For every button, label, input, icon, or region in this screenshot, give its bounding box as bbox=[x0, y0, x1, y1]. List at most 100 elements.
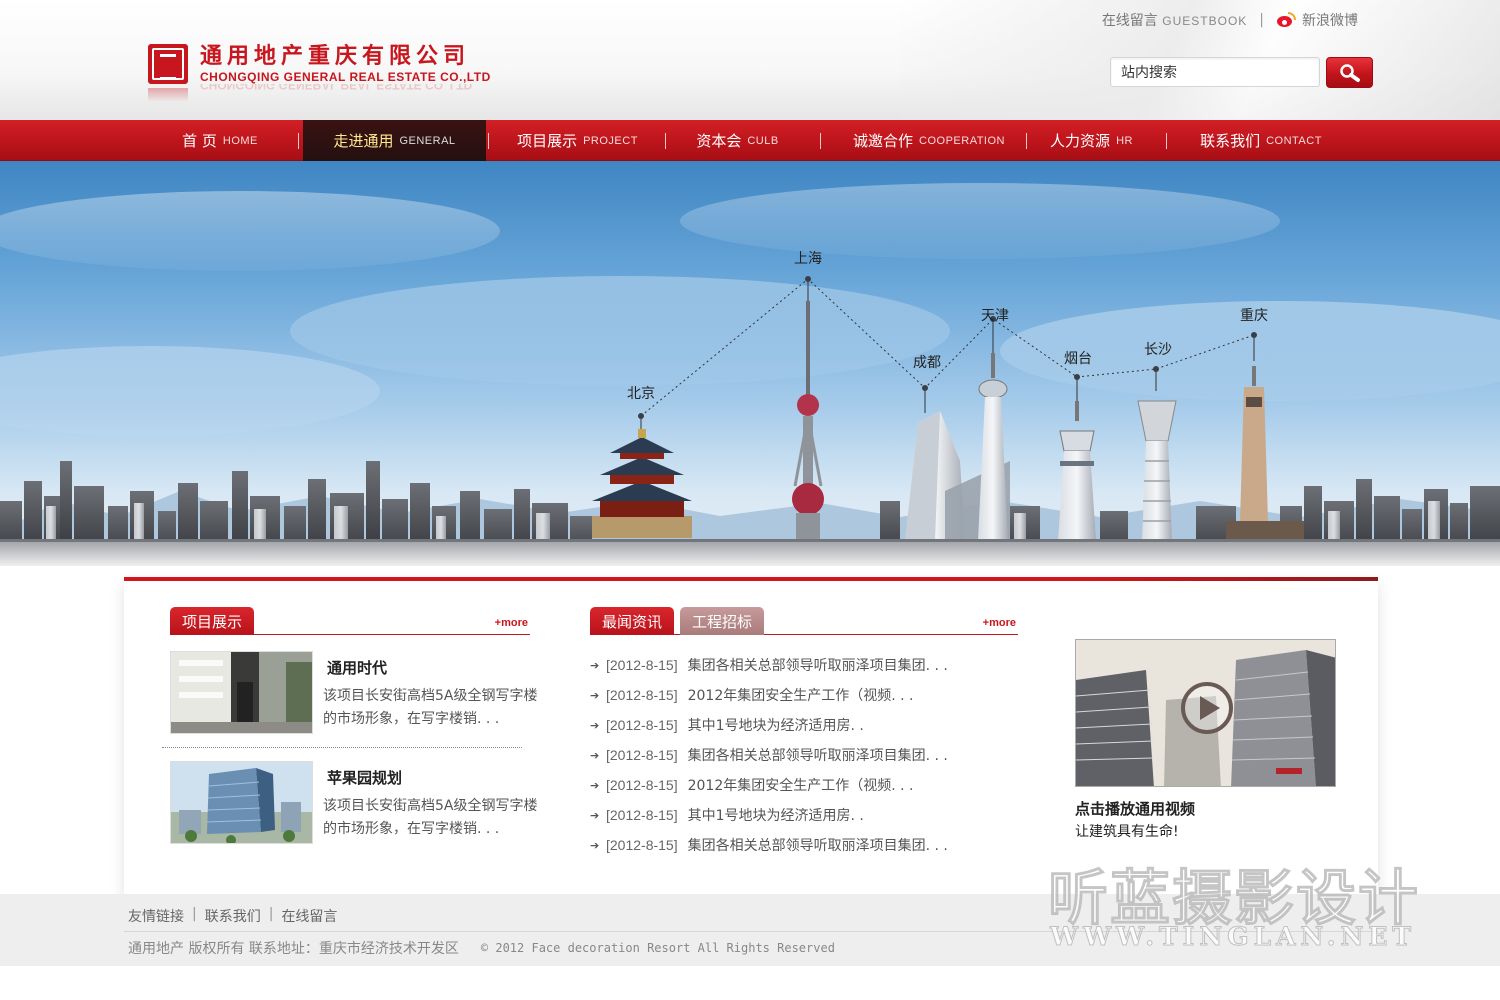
news-item[interactable]: ➔ [2012-8-15] 其中1号地块为经济适用房. . bbox=[590, 800, 1010, 830]
nav-label: 首 页 bbox=[182, 132, 217, 150]
nav-item-general[interactable]: 走进通用 GENERAL bbox=[303, 120, 486, 161]
news-title[interactable]: 集团各相关总部领导听取丽泽项目集团. . . bbox=[688, 835, 948, 855]
news-list: ➔ [2012-8-15] 集团各相关总部领导听取丽泽项目集团. . . ➔ [201… bbox=[590, 650, 1010, 860]
watermark: 听蓝摄影设计 WWW.TINGLAN.NET bbox=[1046, 850, 1476, 952]
top-links: 在线留言 GUESTBOOK | 新浪微博 bbox=[1102, 10, 1358, 30]
search-button[interactable] bbox=[1326, 57, 1373, 88]
news-item[interactable]: ➔ [2012-8-15] 2012年集团安全生产工作（视频. . . bbox=[590, 680, 1010, 710]
site-search-input[interactable] bbox=[1110, 57, 1320, 87]
nav-item-home[interactable]: 首 页 HOME bbox=[170, 120, 270, 161]
nav-item-project[interactable]: 项目展示 PROJECT bbox=[505, 120, 650, 161]
hero-banner: 北京 上海 成都 天津 烟台 长沙 重庆 bbox=[0, 161, 1500, 566]
news-date: [2012-8-15] bbox=[606, 717, 678, 733]
nav-en-label: CULB bbox=[747, 134, 779, 147]
tianjin-tower-landmark bbox=[978, 353, 1008, 541]
weibo-icon bbox=[1276, 12, 1296, 28]
news-title[interactable]: 集团各相关总部领导听取丽泽项目集团. . . bbox=[688, 745, 948, 765]
news-item[interactable]: ➔ [2012-8-15] 集团各相关总部领导听取丽泽项目集团. . . bbox=[590, 830, 1010, 860]
project-building-image bbox=[171, 762, 312, 843]
footer-copyright: © 2012 Face decoration Resort All Rights… bbox=[480, 941, 835, 955]
news-title[interactable]: 2012年集团安全生产工作（视频. . . bbox=[688, 685, 914, 705]
nav-item-hr[interactable]: 人力资源 HR bbox=[1040, 120, 1143, 161]
nav-en-label: COOPERATION bbox=[919, 134, 1005, 147]
nav-en-label: GENERAL bbox=[399, 134, 456, 147]
arrow-right-icon: ➔ bbox=[590, 808, 600, 822]
site-logo[interactable]: 通用地产重庆有限公司 CHONGQING GENERAL REAL ESTATE… bbox=[148, 44, 491, 102]
news-date: [2012-8-15] bbox=[606, 687, 678, 703]
arrow-right-icon: ➔ bbox=[590, 838, 600, 852]
footer-link-friends[interactable]: 友情链接 bbox=[128, 906, 184, 926]
city-label-changsha: 长沙 bbox=[1144, 342, 1172, 358]
guestbook-link[interactable]: 在线留言 GUESTBOOK bbox=[1102, 10, 1247, 30]
logo-seal-icon bbox=[148, 44, 188, 84]
nav-label: 诚邀合作 bbox=[853, 132, 914, 150]
watermark-url: WWW.TINGLAN.NET bbox=[1050, 922, 1416, 952]
main-navigation: 首 页 HOME 走进通用 GENERAL 项目展示 PROJECT 资本会 CULB … bbox=[0, 120, 1500, 161]
project-card[interactable]: 通用时代 该项目长安街高档5A级全钢写字楼的市场形象，在写字楼销. . . bbox=[170, 651, 540, 735]
projects-section-header: 项目展示 +more bbox=[170, 607, 530, 635]
nav-item-club[interactable]: 资本会 CULB bbox=[680, 120, 795, 161]
nav-divider bbox=[665, 133, 666, 149]
changsha-tower-landmark bbox=[1137, 400, 1177, 541]
project-thumbnail[interactable] bbox=[170, 651, 313, 734]
news-title[interactable]: 2012年集团安全生产工作（视频. . . bbox=[688, 775, 914, 795]
nav-item-cooperation[interactable]: 诚邀合作 COOPERATION bbox=[845, 120, 1013, 161]
news-item[interactable]: ➔ [2012-8-15] 集团各相关总部领导听取丽泽项目集团. . . bbox=[590, 740, 1010, 770]
nav-label: 走进通用 bbox=[333, 132, 394, 150]
news-title[interactable]: 集团各相关总部领导听取丽泽项目集团. . . bbox=[688, 655, 948, 675]
news-date: [2012-8-15] bbox=[606, 837, 678, 853]
nav-divider bbox=[298, 133, 299, 149]
site-header: 通用地产重庆有限公司 CHONGQING GENERAL REAL ESTATE… bbox=[0, 0, 1500, 120]
nav-divider bbox=[820, 133, 821, 149]
city-label-yantai: 烟台 bbox=[1064, 351, 1092, 367]
footer-link-guestbook[interactable]: 在线留言 bbox=[281, 906, 337, 926]
news-title[interactable]: 其中1号地块为经济适用房. . bbox=[688, 805, 864, 825]
footer-link-contact[interactable]: 联系我们 bbox=[205, 906, 261, 926]
city-label-chongqing: 重庆 bbox=[1240, 308, 1268, 324]
nav-label: 人力资源 bbox=[1050, 132, 1111, 150]
footer-divider: | bbox=[192, 906, 197, 922]
news-date: [2012-8-15] bbox=[606, 657, 678, 673]
footer-company-info: 通用地产 版权所有 联系地址：重庆市经济技术开发区 bbox=[128, 941, 459, 957]
arrow-right-icon: ➔ bbox=[590, 748, 600, 762]
city-label-shanghai: 上海 bbox=[794, 251, 822, 267]
yantai-tower-landmark bbox=[1058, 401, 1096, 541]
news-title[interactable]: 其中1号地块为经济适用房. . bbox=[688, 715, 864, 735]
project-card[interactable]: 苹果园规划 该项目长安街高档5A级全钢写字楼的市场形象，在写字楼销. . . bbox=[170, 761, 540, 845]
project-thumbnail[interactable] bbox=[170, 761, 313, 844]
tab-news[interactable]: 最闻资讯 bbox=[590, 607, 675, 635]
logo-reflection bbox=[148, 88, 188, 102]
project-name[interactable]: 苹果园规划 bbox=[327, 767, 402, 788]
nav-en-label: PROJECT bbox=[583, 134, 638, 147]
content-panel-topbar bbox=[124, 577, 1378, 581]
skyline-illustration bbox=[0, 183, 1500, 566]
news-item[interactable]: ➔ [2012-8-15] 集团各相关总部领导听取丽泽项目集团. . . bbox=[590, 650, 1010, 680]
news-item[interactable]: ➔ [2012-8-15] 其中1号地块为经济适用房. . bbox=[590, 710, 1010, 740]
video-preview-image bbox=[1076, 640, 1335, 786]
nav-item-contact[interactable]: 联系我们 CONTACT bbox=[1190, 120, 1332, 161]
tab-tenders[interactable]: 工程招标 bbox=[680, 607, 765, 635]
nav-en-label: HR bbox=[1116, 134, 1133, 147]
top-links-divider: | bbox=[1259, 12, 1264, 28]
weibo-label: 新浪微博 bbox=[1302, 13, 1358, 29]
news-date: [2012-8-15] bbox=[606, 807, 678, 823]
news-item[interactable]: ➔ [2012-8-15] 2012年集团安全生产工作（视频. . . bbox=[590, 770, 1010, 800]
tab-projects[interactable]: 项目展示 bbox=[170, 607, 255, 635]
project-name[interactable]: 通用时代 bbox=[327, 657, 387, 678]
arrow-right-icon: ➔ bbox=[590, 658, 600, 672]
city-label-beijing: 北京 bbox=[627, 386, 655, 402]
play-icon bbox=[1181, 682, 1233, 734]
project-description: 该项目长安街高档5A级全钢写字楼的市场形象，在写字楼销. . . bbox=[323, 688, 538, 727]
video-title[interactable]: 点击播放通用视频 bbox=[1075, 798, 1195, 819]
nav-divider bbox=[1166, 133, 1167, 149]
video-thumbnail[interactable] bbox=[1075, 639, 1336, 787]
logo-english-reflection: CHONGQING GENERAL REAL ESTATE CO.,LTD bbox=[200, 84, 473, 92]
video-subtitle: 让建筑具有生命! bbox=[1075, 824, 1179, 840]
nav-divider bbox=[488, 133, 489, 149]
city-label-chengdu: 成都 bbox=[913, 355, 941, 371]
projects-more-link[interactable]: +more bbox=[495, 617, 528, 629]
footer-divider: | bbox=[268, 906, 274, 922]
news-more-link[interactable]: +more bbox=[983, 617, 1016, 629]
footer-links: 友情链接 | 联系我们 | 在线留言 bbox=[128, 906, 337, 926]
weibo-link[interactable]: 新浪微博 bbox=[1276, 10, 1358, 30]
